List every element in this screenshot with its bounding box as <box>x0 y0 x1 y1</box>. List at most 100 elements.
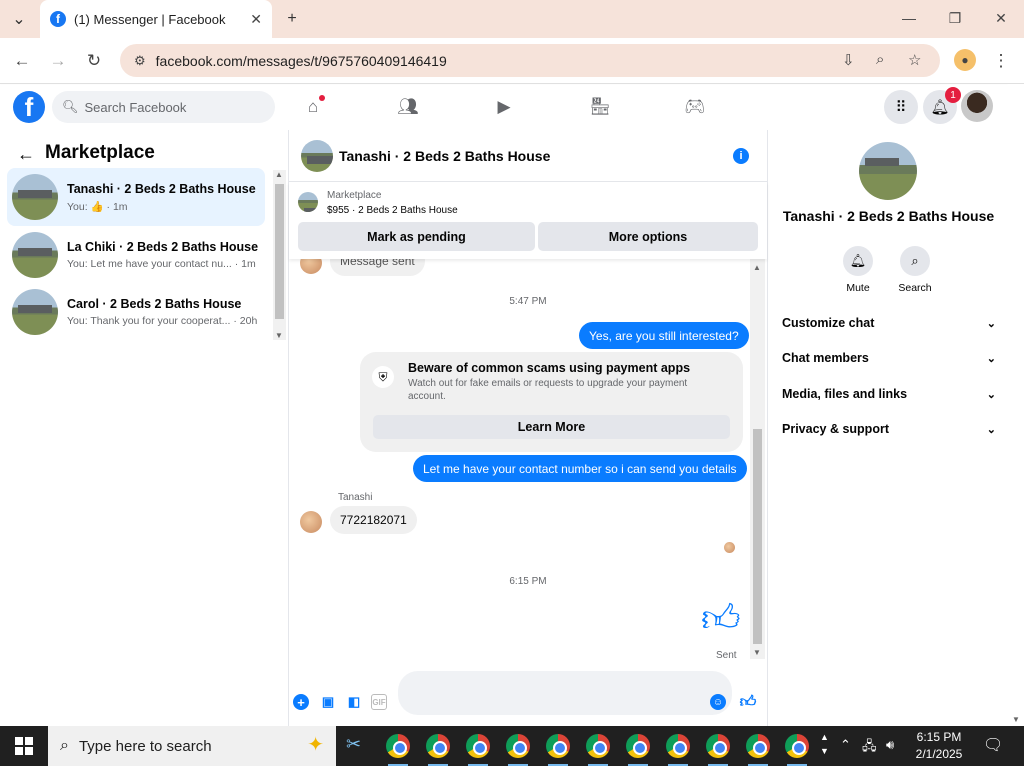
scroll-down-icon[interactable]: ▼ <box>275 331 283 340</box>
browser-toolbar: ← → ↻ ⚙ facebook.com/messages/t/96757604… <box>0 38 1024 84</box>
reload-icon[interactable]: ↻ <box>83 50 105 72</box>
section-label: Media, files and links <box>782 387 908 401</box>
video-icon[interactable]: ▶ <box>492 95 516 119</box>
scroll-thumb[interactable] <box>753 429 762 644</box>
emoji-icon[interactable]: ☺ <box>710 694 726 710</box>
profile-icon[interactable]: ● <box>954 49 976 71</box>
address-bar[interactable]: ⚙ facebook.com/messages/t/96757604091464… <box>120 44 940 77</box>
customize-chat-row[interactable]: Customize chat ⌄ <box>782 308 996 338</box>
site-info-icon[interactable]: ⚙ <box>134 53 146 69</box>
conversation-item[interactable]: Tanashi · 2 Beds 2 Baths House You: 👍 · … <box>7 168 265 226</box>
chrome-icon[interactable] <box>706 734 730 766</box>
mark-as-pending-button[interactable]: Mark as pending <box>298 222 535 251</box>
new-tab-button[interactable]: + <box>281 8 303 30</box>
chrome-icon[interactable] <box>546 734 570 766</box>
media-files-links-row[interactable]: Media, files and links ⌄ <box>782 379 996 409</box>
network-icon[interactable]: 🖧︎ <box>862 737 877 759</box>
scam-warning-body: Watch out for fake emails or requests to… <box>408 378 688 402</box>
chrome-icon[interactable] <box>666 734 690 766</box>
shield-icon: ⛨ <box>372 366 394 388</box>
chrome-icon[interactable] <box>386 734 410 766</box>
facebook-search[interactable]: 🔍︎ Search Facebook <box>52 91 275 123</box>
browser-menu-icon[interactable]: ⋮ <box>990 50 1012 72</box>
tab-search-icon[interactable]: ⌄ <box>8 8 30 30</box>
chat-members-row[interactable]: Chat members ⌄ <box>782 343 996 373</box>
chrome-icon[interactable] <box>586 734 610 766</box>
restore-icon[interactable]: ❐ <box>935 6 975 30</box>
tab-close-icon[interactable]: ✕ <box>250 11 262 28</box>
search-action[interactable]: ⌕ Search <box>885 246 945 294</box>
facebook-logo-icon[interactable]: f <box>13 91 45 123</box>
friends-icon[interactable]: 👥︎ <box>396 95 420 119</box>
learn-more-button[interactable]: Learn More <box>373 415 730 439</box>
notification-center-icon[interactable]: 🗨︎ <box>983 735 1003 755</box>
section-label: Chat members <box>782 351 869 365</box>
conversation-item[interactable]: La Chiki · 2 Beds 2 Baths House You: Let… <box>7 226 265 284</box>
privacy-support-row[interactable]: Privacy & support ⌄ <box>782 414 996 444</box>
conversation-snippet: You: Let me have your contact nu... · 1m <box>67 258 256 270</box>
search-icon: ⌕ <box>60 737 69 754</box>
message-bubble-incoming: Message sent <box>330 259 425 276</box>
scroll-down-icon[interactable]: ▼ <box>1012 715 1020 724</box>
search-icon[interactable]: ⌕ <box>900 246 930 276</box>
sticker-icon[interactable]: ◧ <box>346 694 362 710</box>
taskbar-search[interactable]: ⌕ Type here to search ✦ <box>48 726 336 766</box>
chrome-icon[interactable] <box>466 734 490 766</box>
volume-icon[interactable]: 🔊︎ <box>886 737 894 753</box>
chrome-icon[interactable] <box>506 734 530 766</box>
details-listing-thumbnail[interactable] <box>859 142 917 200</box>
seen-avatar <box>724 542 735 553</box>
sidebar-scrollbar[interactable]: ▲ ▼ <box>273 170 286 340</box>
snipping-tool-icon[interactable]: ✂ <box>346 734 372 758</box>
system-clock[interactable]: 6:15 PM 2/1/2025 <box>908 729 970 763</box>
photo-icon[interactable]: ▣ <box>320 694 336 710</box>
listing-mini-thumbnail[interactable] <box>298 192 318 212</box>
chrome-icon[interactable] <box>626 734 650 766</box>
back-arrow-icon[interactable]: ← <box>17 144 35 165</box>
like-button-icon[interactable]: 👍︎ <box>740 694 757 711</box>
scroll-thumb[interactable] <box>275 184 284 319</box>
minimize-icon[interactable]: — <box>889 6 929 30</box>
message-bubble-incoming[interactable]: 7722182071 <box>330 506 417 534</box>
close-window-icon[interactable]: ✕ <box>981 6 1021 30</box>
chrome-icon[interactable] <box>785 734 809 766</box>
start-button[interactable] <box>0 726 48 766</box>
chat-title[interactable]: Tanashi · 2 Beds 2 Baths House <box>339 148 550 164</box>
scroll-up-icon[interactable]: ▲ <box>275 170 283 179</box>
account-avatar[interactable] <box>961 90 993 122</box>
page-scrollbar[interactable]: ▼ <box>1008 85 1024 726</box>
sidebar-title: Marketplace <box>45 142 155 163</box>
info-icon[interactable]: i <box>733 148 749 164</box>
taskbar-overflow-icon[interactable]: ▲ ▼ <box>820 730 829 758</box>
bookmark-star-icon[interactable]: ☆ <box>908 51 921 69</box>
forward-icon[interactable]: → <box>47 50 69 72</box>
marketplace-icon[interactable]: 🏪︎ <box>588 95 612 119</box>
back-icon[interactable]: ← <box>11 50 33 72</box>
conversation-item[interactable]: Carol · 2 Beds 2 Baths House You: Thank … <box>7 283 265 341</box>
mute-action[interactable]: 🔔︎ Mute <box>828 246 888 294</box>
thumbs-up-sticker-icon[interactable]: 👍︎ <box>701 599 741 639</box>
install-app-icon[interactable]: ⇩ <box>842 51 855 69</box>
show-hidden-icons-icon[interactable]: ⌃ <box>840 737 851 753</box>
browser-tab[interactable]: f (1) Messenger | Facebook ✕ <box>40 0 272 38</box>
gaming-icon[interactable]: 🎮︎ <box>683 95 707 119</box>
plus-icon[interactable]: + <box>293 694 309 710</box>
chat-listing-thumbnail[interactable] <box>301 139 333 172</box>
chat-scrollbar[interactable]: ▲ ▼ <box>750 259 765 659</box>
listing-price-title[interactable]: $955 · 2 Beds 2 Baths House <box>327 205 458 216</box>
message-bubble-outgoing[interactable]: Let me have your contact number so i can… <box>413 455 747 482</box>
chrome-icon[interactable] <box>746 734 770 766</box>
message-bubble-outgoing[interactable]: Yes, are you still interested? <box>579 322 749 349</box>
tab-title: (1) Messenger | Facebook <box>74 11 226 27</box>
bell-icon[interactable]: 🔔︎ <box>843 246 873 276</box>
scroll-up-icon[interactable]: ▲ <box>753 263 761 272</box>
chevron-down-icon: ⌄ <box>986 317 996 330</box>
zoom-icon[interactable]: ⌕ <box>876 51 884 68</box>
more-options-button[interactable]: More options <box>538 222 758 251</box>
scroll-down-icon[interactable]: ▼ <box>753 648 761 657</box>
gif-icon[interactable]: GIF <box>371 694 387 710</box>
taskbar-search-placeholder: Type here to search <box>78 737 212 755</box>
chrome-icon[interactable] <box>426 734 450 766</box>
message-input[interactable] <box>398 671 732 715</box>
menu-grid-icon[interactable]: ⠿ <box>884 90 918 124</box>
